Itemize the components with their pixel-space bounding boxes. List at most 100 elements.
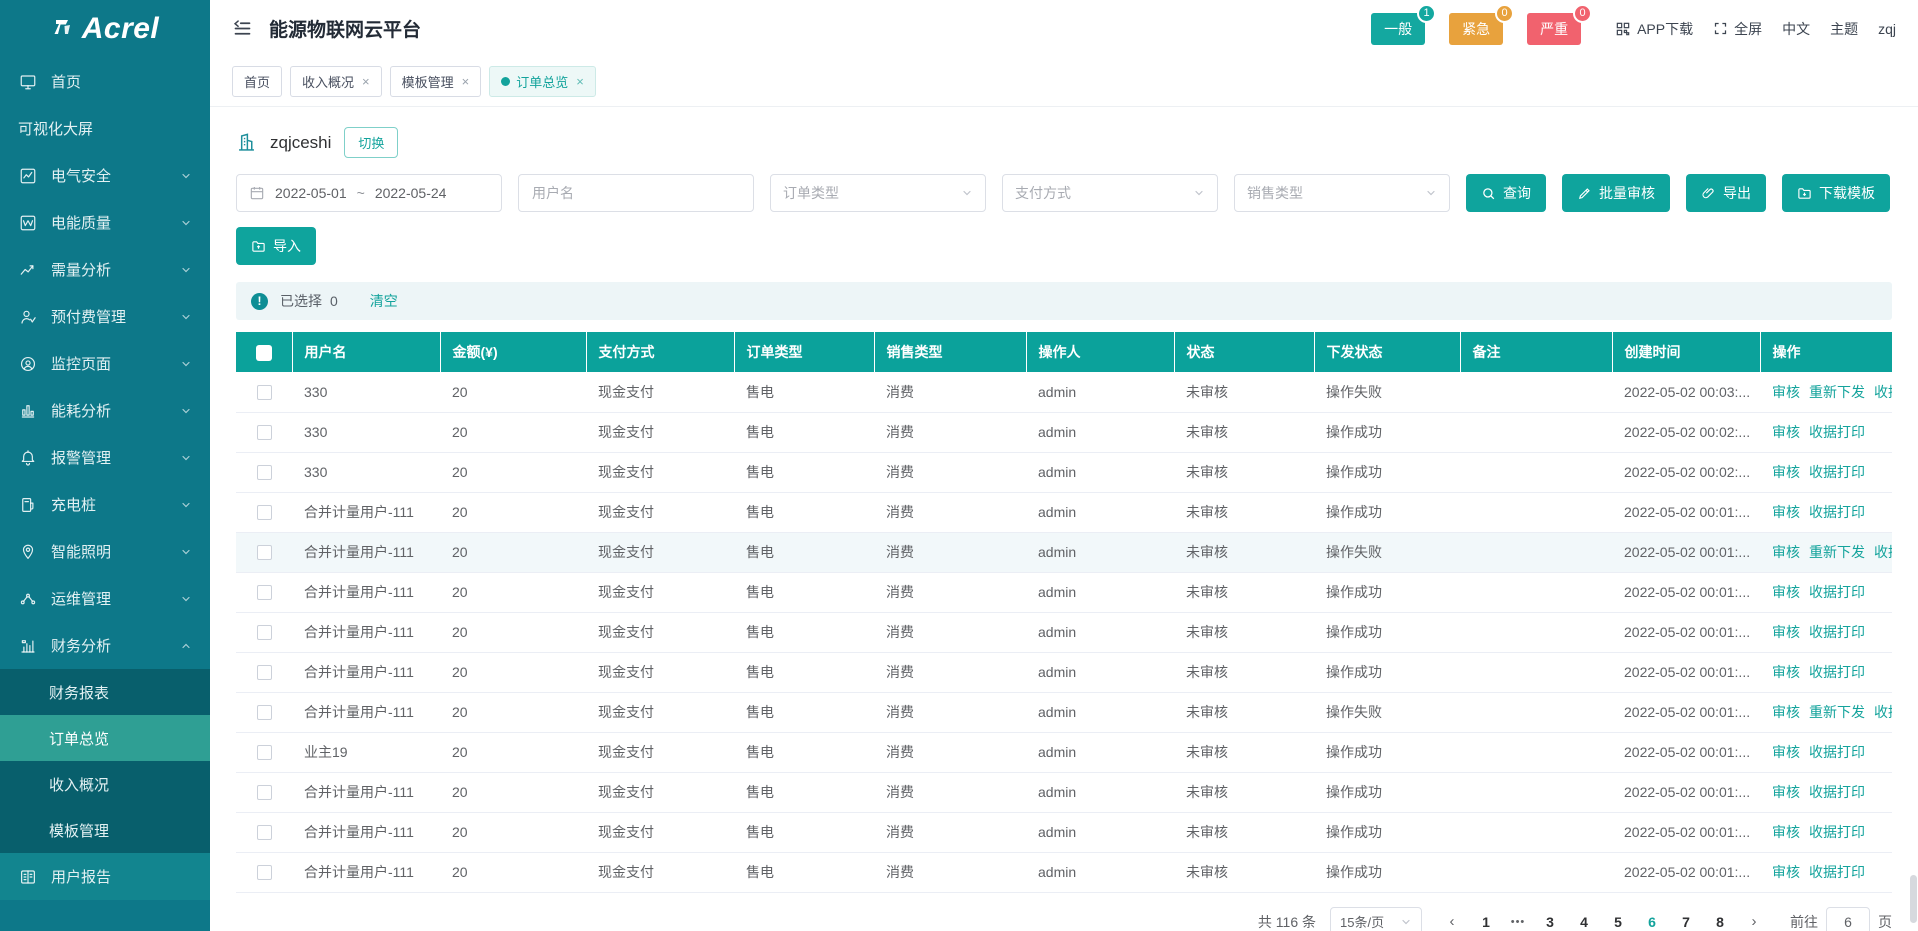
row-action-link[interactable]: 审核 <box>1772 424 1800 440</box>
row-checkbox[interactable] <box>257 745 272 760</box>
row-action-link[interactable]: 重新下发 <box>1809 704 1865 720</box>
page-number-button[interactable]: 3 <box>1536 914 1564 930</box>
tab-item[interactable]: 收入概况× <box>290 66 382 97</box>
tab-close-icon[interactable]: × <box>462 74 470 89</box>
clear-selection-link[interactable]: 清空 <box>370 291 398 311</box>
tab-item[interactable]: 首页 <box>232 66 282 97</box>
tab-close-icon[interactable]: × <box>362 74 370 89</box>
batch-audit-button[interactable]: 批量审核 <box>1562 174 1670 212</box>
row-action-link[interactable]: 重新下发 <box>1809 544 1865 560</box>
row-action-link[interactable]: 收据打印 <box>1874 704 1892 720</box>
row-checkbox[interactable] <box>257 585 272 600</box>
page-size-select[interactable]: 15条/页 <box>1330 907 1422 931</box>
sidebar-item[interactable]: 预付费管理 <box>0 293 210 340</box>
row-action-link[interactable]: 审核 <box>1772 784 1800 800</box>
row-action-link[interactable]: 收据打印 <box>1809 864 1865 880</box>
sidebar-item[interactable]: 能耗分析 <box>0 387 210 434</box>
sidebar-item[interactable]: 电气安全 <box>0 152 210 199</box>
page-number-button[interactable]: 4 <box>1570 914 1598 930</box>
language-switch[interactable]: 中文 <box>1782 19 1810 39</box>
page-number-button[interactable]: 6 <box>1638 914 1666 930</box>
row-action-link[interactable]: 审核 <box>1772 664 1800 680</box>
sidebar-item[interactable]: 需量分析 <box>0 246 210 293</box>
row-action-link[interactable]: 收据打印 <box>1809 744 1865 760</box>
row-action-link[interactable]: 收据打印 <box>1874 384 1892 400</box>
page-number-button[interactable]: 8 <box>1706 914 1734 930</box>
row-checkbox[interactable] <box>257 865 272 880</box>
row-checkbox[interactable] <box>257 385 272 400</box>
sidebar-item[interactable]: 财务分析 <box>0 622 210 669</box>
alarm-badge[interactable]: 一般1 <box>1371 13 1425 45</box>
app-download-link[interactable]: APP下载 <box>1615 19 1693 39</box>
sidebar-item[interactable]: 监控页面 <box>0 340 210 387</box>
row-action-link[interactable]: 审核 <box>1772 384 1800 400</box>
row-action-link[interactable]: 审核 <box>1772 464 1800 480</box>
filter-select[interactable]: 订单类型 <box>770 174 986 212</box>
row-checkbox[interactable] <box>257 785 272 800</box>
row-action-link[interactable]: 审核 <box>1772 864 1800 880</box>
filter-select[interactable]: 销售类型 <box>1234 174 1450 212</box>
row-checkbox[interactable] <box>257 665 272 680</box>
row-action-link[interactable]: 审核 <box>1772 624 1800 640</box>
row-action-link[interactable]: 收据打印 <box>1809 664 1865 680</box>
sidebar-item[interactable]: 首页 <box>0 58 210 105</box>
export-button[interactable]: 导出 <box>1686 174 1766 212</box>
row-action-link[interactable]: 收据打印 <box>1809 784 1865 800</box>
sidebar-item[interactable]: 电能质量 <box>0 199 210 246</box>
row-action-link[interactable]: 收据打印 <box>1809 584 1865 600</box>
row-action-link[interactable]: 收据打印 <box>1809 624 1865 640</box>
theme-switch[interactable]: 主题 <box>1830 19 1858 39</box>
row-action-link[interactable]: 审核 <box>1772 584 1800 600</box>
page-number-button[interactable]: 7 <box>1672 914 1700 930</box>
page-number-button[interactable]: 1 <box>1472 914 1500 930</box>
alarm-badge[interactable]: 紧急0 <box>1449 13 1503 45</box>
menu-collapse-icon[interactable] <box>232 18 253 39</box>
next-page-button[interactable]: › <box>1740 913 1768 930</box>
sidebar-subitem[interactable]: 收入概况 <box>0 761 210 807</box>
row-action-link[interactable]: 审核 <box>1772 824 1800 840</box>
sidebar-item[interactable]: 运维管理 <box>0 575 210 622</box>
prev-page-button[interactable]: ‹ <box>1438 913 1466 930</box>
sidebar-item[interactable]: 充电桩 <box>0 481 210 528</box>
row-action-link[interactable]: 审核 <box>1772 744 1800 760</box>
sidebar-item[interactable]: 用户报告 <box>0 853 210 900</box>
row-action-link[interactable]: 审核 <box>1772 504 1800 520</box>
row-action-link[interactable]: 收据打印 <box>1809 824 1865 840</box>
row-action-link[interactable]: 收据打印 <box>1874 544 1892 560</box>
row-action-link[interactable]: 收据打印 <box>1809 424 1865 440</box>
row-checkbox[interactable] <box>257 545 272 560</box>
download-template-button[interactable]: 下载模板 <box>1782 174 1890 212</box>
row-action-link[interactable]: 重新下发 <box>1809 384 1865 400</box>
user-menu[interactable]: zqj <box>1878 21 1896 37</box>
more-pages-button[interactable]: ••• <box>1506 916 1530 928</box>
filter-select[interactable]: 支付方式 <box>1002 174 1218 212</box>
switch-company-button[interactable]: 切换 <box>344 127 398 158</box>
page-number-button[interactable]: 5 <box>1604 914 1632 930</box>
row-action-link[interactable]: 收据打印 <box>1809 464 1865 480</box>
row-action-link[interactable]: 收据打印 <box>1809 504 1865 520</box>
goto-page-input[interactable] <box>1826 907 1870 931</box>
sidebar-item[interactable]: 可视化大屏 <box>0 105 210 152</box>
tab-close-icon[interactable]: × <box>576 74 584 89</box>
row-checkbox[interactable] <box>257 705 272 720</box>
tab-item[interactable]: 模板管理× <box>390 66 482 97</box>
row-checkbox[interactable] <box>257 825 272 840</box>
username-input[interactable] <box>518 174 754 212</box>
sidebar-subitem[interactable]: 订单总览 <box>0 715 210 761</box>
fullscreen-link[interactable]: 全屏 <box>1713 19 1762 39</box>
tab-active[interactable]: 订单总览× <box>489 66 596 97</box>
row-checkbox[interactable] <box>257 425 272 440</box>
query-button[interactable]: 查询 <box>1466 174 1546 212</box>
scrollbar-thumb[interactable] <box>1910 875 1917 923</box>
sidebar-subitem[interactable]: 财务报表 <box>0 669 210 715</box>
date-range-picker[interactable]: 2022-05-01 ~ 2022-05-24 <box>236 174 502 212</box>
import-button[interactable]: 导入 <box>236 227 316 265</box>
row-action-link[interactable]: 审核 <box>1772 544 1800 560</box>
row-checkbox[interactable] <box>257 625 272 640</box>
sidebar-subitem[interactable]: 模板管理 <box>0 807 210 853</box>
row-checkbox[interactable] <box>257 505 272 520</box>
alarm-badge[interactable]: 严重0 <box>1527 13 1581 45</box>
row-action-link[interactable]: 审核 <box>1772 704 1800 720</box>
sidebar-item[interactable]: 智能照明 <box>0 528 210 575</box>
row-checkbox[interactable] <box>257 465 272 480</box>
